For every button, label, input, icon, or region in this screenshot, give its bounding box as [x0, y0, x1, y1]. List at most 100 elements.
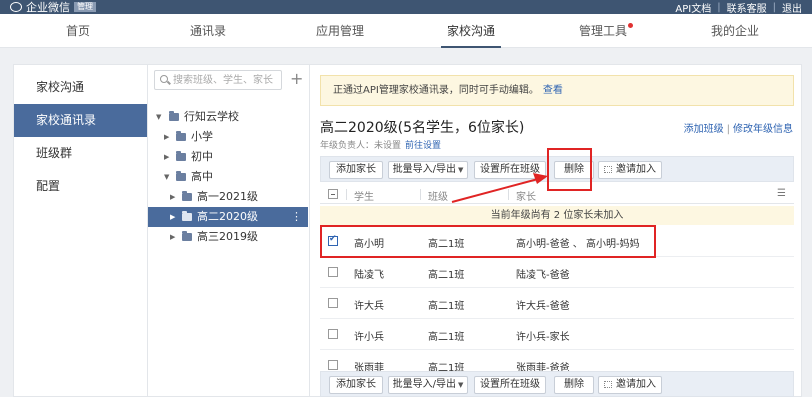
column-divider [346, 189, 347, 200]
more-options-icon[interactable]: ⋮ [291, 207, 302, 227]
row-checkbox[interactable] [328, 360, 338, 370]
column-header-student: 学生 [354, 192, 374, 203]
batch-import-export-button[interactable]: 批量导入/导出 ▼ [388, 376, 468, 394]
delete-button[interactable]: 删除 [554, 376, 594, 394]
collapse-arrow-icon[interactable]: ▼ [164, 167, 169, 187]
batch-button-label: 批量导入/导出 [392, 164, 456, 175]
student-name: 许大兵 [354, 301, 384, 312]
batch-import-export-button[interactable]: 批量导入/导出 ▼ [388, 161, 468, 179]
sidebar-item-settings[interactable]: 配置 [14, 170, 147, 203]
row-checkbox[interactable] [328, 298, 338, 308]
sidebar-item-class-groups[interactable]: 班级群 [14, 137, 147, 170]
expand-arrow-icon[interactable]: ▶ [170, 187, 175, 207]
expand-arrow-icon[interactable]: ▶ [170, 207, 175, 227]
top-bar: 企业微信 管理 API文档 | 联系客服 | 退出 [0, 0, 812, 15]
add-parent-button[interactable]: 添加家长 [329, 161, 383, 179]
wecom-logo-icon [10, 2, 22, 12]
student-name: 陆凌飞 [354, 270, 384, 281]
add-class-link[interactable]: 添加班级 [684, 124, 724, 135]
logo-badge: 管理 [74, 2, 96, 12]
invite-button-label: 邀请加入 [616, 379, 656, 390]
parent-names: 许大兵-爸爸 [516, 301, 570, 312]
folder-icon [176, 131, 186, 141]
student-name: 许小兵 [354, 332, 384, 343]
grade-owner-line: 年级负责人：未设置 前往设置 [320, 138, 441, 151]
tree-search[interactable] [154, 70, 282, 90]
tree-node-high[interactable]: ▼ 高中 [148, 167, 308, 187]
page-title: 高二2020级(5名学生，6位家长) [320, 120, 525, 136]
table-row[interactable]: 陆凌飞 高二1班 陆凌飞-爸爸 [320, 257, 794, 288]
sidebar-item-directory[interactable]: 家校通讯录 [14, 104, 147, 137]
tree-node-label: 高一2021级 [197, 190, 258, 203]
caret-down-icon: ▼ [457, 381, 464, 389]
tree-node-middle[interactable]: ▶ 初中 [148, 147, 308, 167]
grade-owner-text: 年级负责人：未设置 [320, 141, 402, 151]
select-all-checkbox[interactable] [328, 189, 338, 199]
batch-button-label: 批量导入/导出 [392, 379, 456, 390]
contact-support-link[interactable]: 联系客服 [727, 0, 767, 15]
tree-node-grade-2021[interactable]: ▶ 高一2021级 [148, 187, 308, 207]
set-class-button[interactable]: 设置所在班级 [474, 161, 546, 179]
row-checkbox[interactable] [328, 234, 338, 246]
row-checkbox[interactable] [328, 329, 338, 339]
edit-grade-link[interactable]: 修改年级信息 [733, 124, 793, 135]
nav-home[interactable]: 首页 [66, 14, 90, 48]
tree-node-grade-2019[interactable]: ▶ 高三2019级 [148, 227, 308, 247]
invite-button[interactable]: 邀请加入 [598, 376, 662, 394]
class-name: 高二1班 [428, 239, 465, 250]
qr-icon [604, 165, 612, 173]
add-node-button[interactable]: + [290, 71, 303, 87]
nav-apps[interactable]: 应用管理 [316, 14, 364, 48]
delete-button[interactable]: 删除 [554, 161, 594, 179]
invite-button[interactable]: 邀请加入 [598, 161, 662, 179]
api-docs-link[interactable]: API文档 [675, 0, 711, 15]
toolbar-top: 添加家长 批量导入/导出 ▼ 设置所在班级 删除 邀请加入 [320, 156, 794, 182]
tree-search-input[interactable] [173, 73, 279, 87]
top-link-separator: | [717, 1, 721, 13]
nav-contacts[interactable]: 通讯录 [190, 14, 226, 48]
expand-arrow-icon[interactable]: ▶ [170, 227, 175, 247]
top-links: API文档 | 联系客服 | 退出 [675, 0, 802, 15]
nav-home-school[interactable]: 家校沟通 [440, 14, 502, 48]
table-row[interactable]: 许大兵 高二1班 许大兵-爸爸 [320, 288, 794, 319]
caret-down-icon: ▼ [457, 166, 464, 174]
qr-icon [604, 380, 612, 388]
tree-node-grade-2020[interactable]: ▶ 高二2020级 ⋮ [148, 207, 308, 227]
tree-node-primary[interactable]: ▶ 小学 [148, 127, 308, 147]
collapse-arrow-icon[interactable]: ▼ [156, 107, 161, 127]
add-parent-button[interactable]: 添加家长 [329, 376, 383, 394]
sidebar: 家校沟通 家校通讯录 班级群 配置 [13, 64, 148, 397]
search-icon [160, 75, 168, 83]
api-notice: 正通过API管理家校通讯录，同时可手动编辑。 查看 [320, 75, 794, 106]
title-links: 添加班级 | 修改年级信息 [684, 120, 793, 135]
go-settings-link[interactable]: 前往设置 [405, 141, 441, 151]
row-checkbox[interactable] [328, 267, 338, 277]
parent-names: 高小明-爸爸 、 高小明-妈妈 [516, 239, 640, 250]
folder-icon [176, 151, 186, 161]
invite-button-label: 邀请加入 [616, 164, 656, 175]
tree-node-label: 高中 [191, 170, 213, 183]
table-row[interactable]: 许小兵 高二1班 许小兵-家长 [320, 319, 794, 350]
sidebar-item-home-school[interactable]: 家校沟通 [14, 71, 147, 104]
logout-link[interactable]: 退出 [782, 0, 802, 15]
nav-tools[interactable]: 管理工具 [579, 14, 634, 48]
set-class-button[interactable]: 设置所在班级 [474, 376, 546, 394]
nav-my-company[interactable]: 我的企业 [711, 14, 759, 48]
logo-text: 企业微信 [26, 1, 70, 14]
student-name: 高小明 [354, 239, 384, 250]
expand-arrow-icon[interactable]: ▶ [164, 147, 169, 167]
class-name: 高二1班 [428, 270, 465, 281]
tree-node-label: 高三2019级 [197, 230, 258, 243]
notice-view-link[interactable]: 查看 [543, 85, 563, 96]
tree-node-label: 高二2020级 [197, 210, 258, 223]
logo[interactable]: 企业微信 管理 [10, 0, 96, 14]
tree-node-school[interactable]: ▼ 行知云学校 [148, 107, 308, 127]
column-settings-icon[interactable]: ☰ [777, 188, 786, 199]
column-header-parents: 家长 [516, 192, 536, 203]
expand-arrow-icon[interactable]: ▶ [164, 127, 169, 147]
parent-names: 许小兵-家长 [516, 332, 570, 343]
folder-icon [182, 211, 192, 221]
table-row[interactable]: 高小明 高二1班 高小明-爸爸 、 高小明-妈妈 [320, 226, 794, 257]
notice-text: 正通过API管理家校通讯录，同时可手动编辑。 [333, 85, 539, 96]
tree-node-label: 小学 [191, 130, 213, 143]
